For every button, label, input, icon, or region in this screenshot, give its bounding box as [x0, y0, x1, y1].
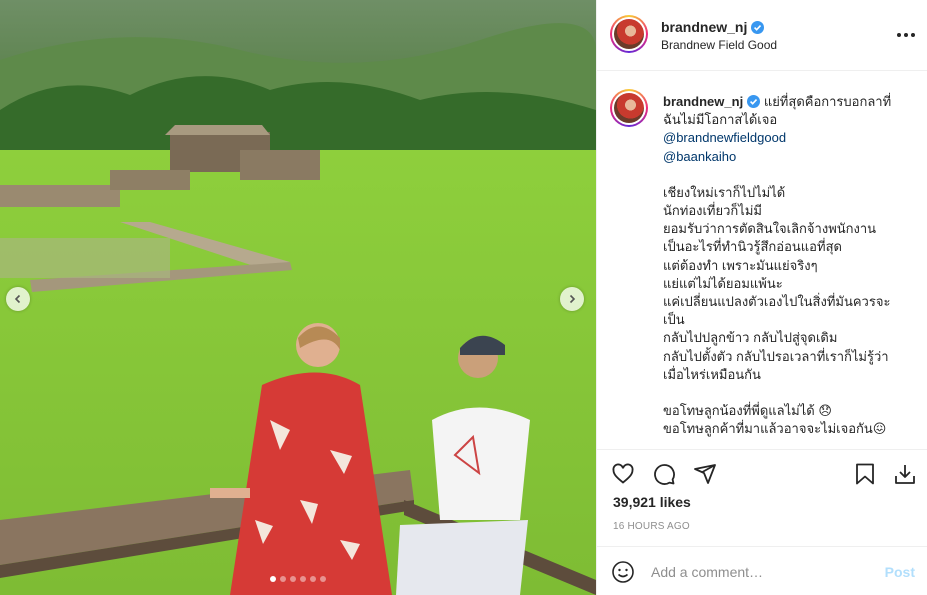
- caption-line: กลับไปตั้งตัว กลับไปรอเวลาที่เราก็ไม่รู้…: [663, 348, 889, 364]
- chevron-left-icon: [14, 294, 21, 304]
- carousel-dot: [270, 576, 276, 582]
- download-icon: [895, 465, 915, 484]
- caption-line: ขอโทษลูกค้าที่มาแล้วอาจจะไม่เจอกัน😖: [663, 421, 887, 437]
- mention-link[interactable]: @brandnewfieldgood: [663, 129, 908, 147]
- post-side-panel: brandnew_nj Brandnew Field Good brandnew…: [596, 0, 927, 595]
- caption-line: แย่ที่สุดคือการบอกลาที่: [763, 94, 892, 109]
- emoji-button[interactable]: [611, 560, 635, 584]
- carousel-dot: [320, 576, 326, 582]
- heart-icon: [612, 463, 634, 484]
- caption-line: นักท่องเที่ยวก็ไม่มี: [663, 203, 762, 219]
- photo-scene: [0, 0, 596, 595]
- caption-line: แต่ต้องทำ เพราะมันแย่จริงๆ: [663, 257, 818, 273]
- comment-button[interactable]: [652, 462, 678, 488]
- caption-line: เมื่อไหร่เหมือนกัน: [663, 366, 761, 382]
- like-button[interactable]: [611, 462, 637, 488]
- carousel-dot: [280, 576, 286, 582]
- caption-line: เป็น: [663, 312, 685, 328]
- carousel-indicator: [0, 576, 596, 582]
- emoji-icon: [612, 561, 634, 583]
- save-button[interactable]: [853, 462, 879, 488]
- likes-count[interactable]: 39,921 likes: [613, 494, 691, 510]
- next-slide-button[interactable]: [560, 287, 584, 311]
- caption-line: ขอโทษลูกน้องที่พี่ดูแลไม่ได้ 😞: [663, 403, 832, 419]
- more-options-button[interactable]: [897, 26, 915, 44]
- chevron-right-icon: [569, 294, 576, 304]
- download-button[interactable]: [893, 462, 919, 488]
- location-label[interactable]: Brandnew Field Good: [661, 38, 777, 52]
- avatar[interactable]: [610, 15, 648, 53]
- verified-badge-icon: [747, 95, 761, 108]
- header-username[interactable]: brandnew_nj: [661, 19, 765, 35]
- caption-username[interactable]: brandnew_nj: [663, 94, 743, 109]
- share-icon: [694, 464, 716, 484]
- post-photo[interactable]: [0, 0, 596, 595]
- action-bar: [597, 456, 927, 496]
- caption-line: แค่เปลี่ยนแปลงตัวเองไปในสิ่งที่มันควรจะ: [663, 294, 891, 310]
- carousel-dot: [300, 576, 306, 582]
- caption-avatar[interactable]: [610, 89, 648, 127]
- post-timestamp[interactable]: 16 HOURS AGO: [613, 521, 690, 532]
- caption-line: เชียงใหม่เราก็ไปไม่ได้: [663, 184, 786, 200]
- share-button[interactable]: [693, 462, 719, 488]
- previous-slide-button[interactable]: [6, 287, 30, 311]
- carousel-dot: [310, 576, 316, 582]
- carousel-dot: [290, 576, 296, 582]
- post-header: brandnew_nj Brandnew Field Good: [597, 0, 927, 71]
- mention-link[interactable]: @baankaiho: [663, 148, 908, 166]
- comment-bar: Post: [597, 546, 927, 595]
- post-comment-button[interactable]: Post: [885, 564, 915, 580]
- comment-input[interactable]: [651, 561, 871, 583]
- more-icon: [897, 33, 901, 37]
- caption-text: brandnew_nj แย่ที่สุดคือการบอกลาที่ ฉันไ…: [663, 93, 908, 438]
- bookmark-icon: [856, 463, 874, 485]
- comment-icon: [654, 464, 675, 485]
- caption-line: ยอมรับว่าการตัดสินใจเลิกจ้างพนักงาน: [663, 221, 877, 237]
- caption-line: กลับไปปลูกข้าว กลับไปสู่จุดเดิม: [663, 330, 838, 346]
- caption-section: brandnew_nj แย่ที่สุดคือการบอกลาที่ ฉันไ…: [597, 72, 927, 450]
- caption-line: เป็นอะไรที่ทำนิวรู้สึกอ่อนแอที่สุด: [663, 239, 842, 255]
- verified-badge-icon: [751, 21, 765, 34]
- caption-line: แย่แต่ไม่ได้ยอมแพ้นะ: [663, 275, 783, 291]
- caption-line: ฉันไม่มีโอกาสได้เจอ: [663, 112, 778, 128]
